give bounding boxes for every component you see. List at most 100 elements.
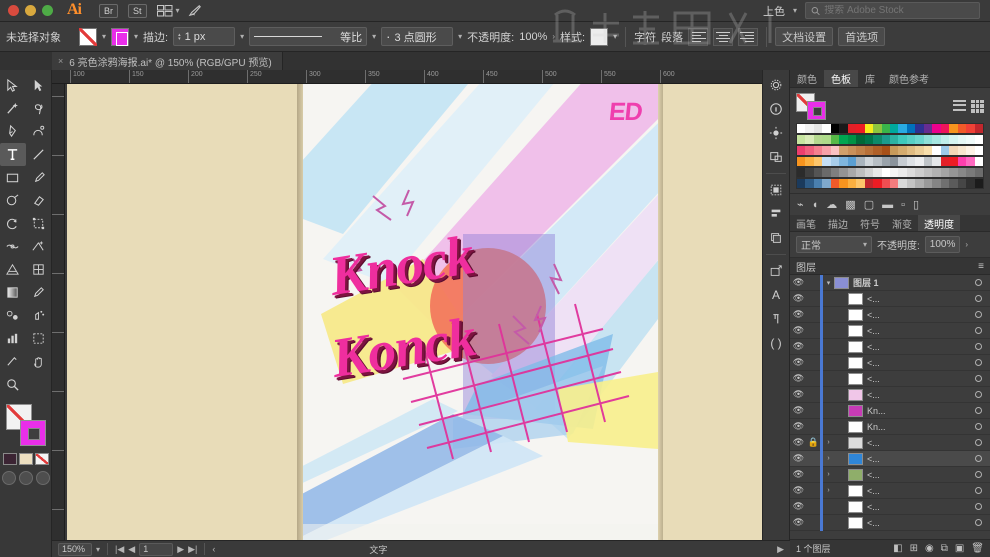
color-swatch[interactable] bbox=[805, 124, 814, 133]
eye-visibility-icon[interactable]: 👁 bbox=[790, 389, 807, 400]
gradient-icon[interactable]: ▩ bbox=[845, 198, 855, 211]
brightness-icon[interactable] bbox=[765, 122, 787, 144]
paragraph-icon[interactable] bbox=[765, 308, 787, 330]
color-swatch[interactable] bbox=[889, 168, 899, 177]
color-swatch[interactable] bbox=[805, 135, 814, 144]
color-swatch[interactable] bbox=[949, 135, 958, 144]
layer-row[interactable]: 👁 <... bbox=[790, 338, 990, 355]
color-swatch[interactable] bbox=[932, 157, 941, 166]
status-chevron-left-icon[interactable]: ‹ bbox=[212, 544, 215, 554]
layer-row[interactable]: 👁 Kn... bbox=[790, 402, 990, 419]
line-segment-tool[interactable] bbox=[26, 143, 52, 166]
layer-name[interactable]: <... bbox=[867, 486, 966, 496]
horizontal-ruler[interactable]: 100 150 200 250 300 350 400 450 500 550 600 bbox=[52, 70, 776, 84]
color-swatch-button[interactable] bbox=[2, 453, 17, 465]
eye-visibility-icon[interactable]: 👁 bbox=[790, 517, 807, 528]
eye-visibility-icon[interactable]: 👁 bbox=[790, 293, 807, 304]
opacity-expand-icon[interactable]: › bbox=[965, 240, 968, 249]
color-swatch[interactable] bbox=[906, 168, 916, 177]
swatch-stroke-indicator[interactable] bbox=[807, 101, 826, 120]
color-swatch[interactable] bbox=[797, 168, 806, 177]
swatch-fill-stroke-indicator[interactable] bbox=[796, 93, 828, 120]
chevron-twist-icon[interactable]: › bbox=[823, 439, 834, 446]
create-new-layer-icon[interactable]: ▣ bbox=[955, 543, 964, 554]
color-swatch[interactable] bbox=[847, 124, 857, 133]
color-swatch[interactable] bbox=[822, 179, 831, 188]
color-swatch[interactable] bbox=[805, 179, 814, 188]
align-center-button[interactable] bbox=[713, 27, 734, 46]
opacity-value[interactable]: 100% bbox=[519, 31, 547, 43]
brush-definition-select[interactable]: · 3 点圆形 bbox=[381, 27, 454, 46]
color-swatch[interactable] bbox=[813, 168, 823, 177]
rocket-icon[interactable] bbox=[188, 3, 203, 18]
folder-icon[interactable]: ▬ bbox=[882, 199, 893, 211]
gear-icon[interactable] bbox=[765, 74, 787, 96]
color-swatch[interactable] bbox=[940, 168, 950, 177]
gradient-tool[interactable] bbox=[0, 281, 26, 304]
color-swatch[interactable] bbox=[966, 168, 975, 177]
artboard-prev-icon[interactable]: ◀ bbox=[128, 544, 135, 555]
color-swatch[interactable] bbox=[881, 168, 890, 177]
layer-target-circle[interactable] bbox=[966, 486, 990, 496]
color-swatch[interactable] bbox=[847, 157, 857, 166]
color-swatch[interactable] bbox=[974, 124, 983, 133]
shape-builder-tool[interactable] bbox=[26, 235, 52, 258]
color-swatch[interactable] bbox=[839, 157, 848, 166]
stroke-chevron-down-icon[interactable]: ▾ bbox=[134, 32, 138, 41]
panel-menu-icon[interactable]: ≡ bbox=[978, 261, 984, 272]
layer-row[interactable]: 👁 <... bbox=[790, 370, 990, 387]
color-swatch[interactable] bbox=[822, 124, 831, 133]
delete-layer-icon[interactable]: 🗑 bbox=[971, 543, 984, 554]
color-swatch[interactable] bbox=[797, 124, 806, 133]
color-swatch[interactable] bbox=[856, 179, 865, 188]
transparency-tab-0[interactable]: 画笔 bbox=[790, 215, 822, 231]
color-swatch[interactable] bbox=[923, 168, 933, 177]
layer-target-circle[interactable] bbox=[966, 278, 990, 288]
chevron-twist-icon[interactable]: › bbox=[823, 455, 834, 462]
color-swatch[interactable] bbox=[873, 157, 882, 166]
color-swatch[interactable] bbox=[966, 146, 975, 155]
color-swatch[interactable] bbox=[856, 146, 865, 155]
hand-tool[interactable] bbox=[26, 350, 52, 373]
color-swatch[interactable] bbox=[856, 135, 865, 144]
layer-target-circle[interactable] bbox=[966, 438, 990, 448]
layer-name[interactable]: 图层 1 bbox=[853, 276, 966, 289]
panel-tab-1[interactable]: 色板 bbox=[824, 70, 858, 87]
color-swatch[interactable] bbox=[864, 146, 874, 155]
layer-row[interactable]: 👁 › <... bbox=[790, 482, 990, 499]
stock-search-box[interactable] bbox=[805, 2, 980, 19]
stroke-weight-chevron-down-icon[interactable]: ▾ bbox=[240, 32, 244, 41]
artboard-last-icon[interactable]: ▶| bbox=[188, 544, 197, 555]
align-left-button[interactable] bbox=[688, 27, 709, 46]
gradient-swatch-button[interactable] bbox=[18, 453, 33, 465]
layer-target-circle[interactable] bbox=[966, 518, 990, 528]
layer-row[interactable]: 👁 › <... bbox=[790, 466, 990, 483]
color-swatch[interactable] bbox=[813, 179, 823, 188]
eye-visibility-icon[interactable]: 👁 bbox=[790, 437, 807, 448]
color-swatch[interactable] bbox=[830, 124, 840, 133]
color-swatch[interactable] bbox=[940, 157, 950, 166]
color-swatch[interactable] bbox=[915, 135, 924, 144]
layer-target-circle[interactable] bbox=[966, 422, 990, 432]
color-swatch[interactable] bbox=[957, 179, 967, 188]
color-swatch[interactable] bbox=[915, 168, 924, 177]
window-traffic-lights[interactable] bbox=[8, 5, 53, 16]
layer-name[interactable]: Kn... bbox=[867, 406, 966, 416]
color-swatch[interactable] bbox=[839, 179, 848, 188]
artboards-icon[interactable] bbox=[765, 146, 787, 168]
chevron-twist-icon[interactable]: › bbox=[823, 487, 834, 494]
character-panel-link[interactable]: 字符 bbox=[634, 29, 656, 45]
layer-name[interactable]: <... bbox=[867, 294, 966, 304]
panel-tab-0[interactable]: 颜色 bbox=[790, 70, 824, 87]
color-swatch[interactable] bbox=[830, 179, 840, 188]
artboard-viewport[interactable]: ED Knock Konck bbox=[65, 84, 776, 540]
layer-target-circle[interactable] bbox=[966, 342, 990, 352]
stroke-weight-field[interactable]: ▴ ▾ 1 px bbox=[173, 27, 236, 46]
color-swatch[interactable] bbox=[923, 179, 933, 188]
zoom-chevron-down-icon[interactable]: ▾ bbox=[96, 545, 100, 554]
artboard-tool[interactable] bbox=[26, 327, 52, 350]
layer-target-circle[interactable] bbox=[966, 374, 990, 384]
column-graph-tool[interactable] bbox=[0, 327, 26, 350]
color-swatch[interactable] bbox=[957, 168, 967, 177]
color-swatch[interactable] bbox=[974, 146, 983, 155]
